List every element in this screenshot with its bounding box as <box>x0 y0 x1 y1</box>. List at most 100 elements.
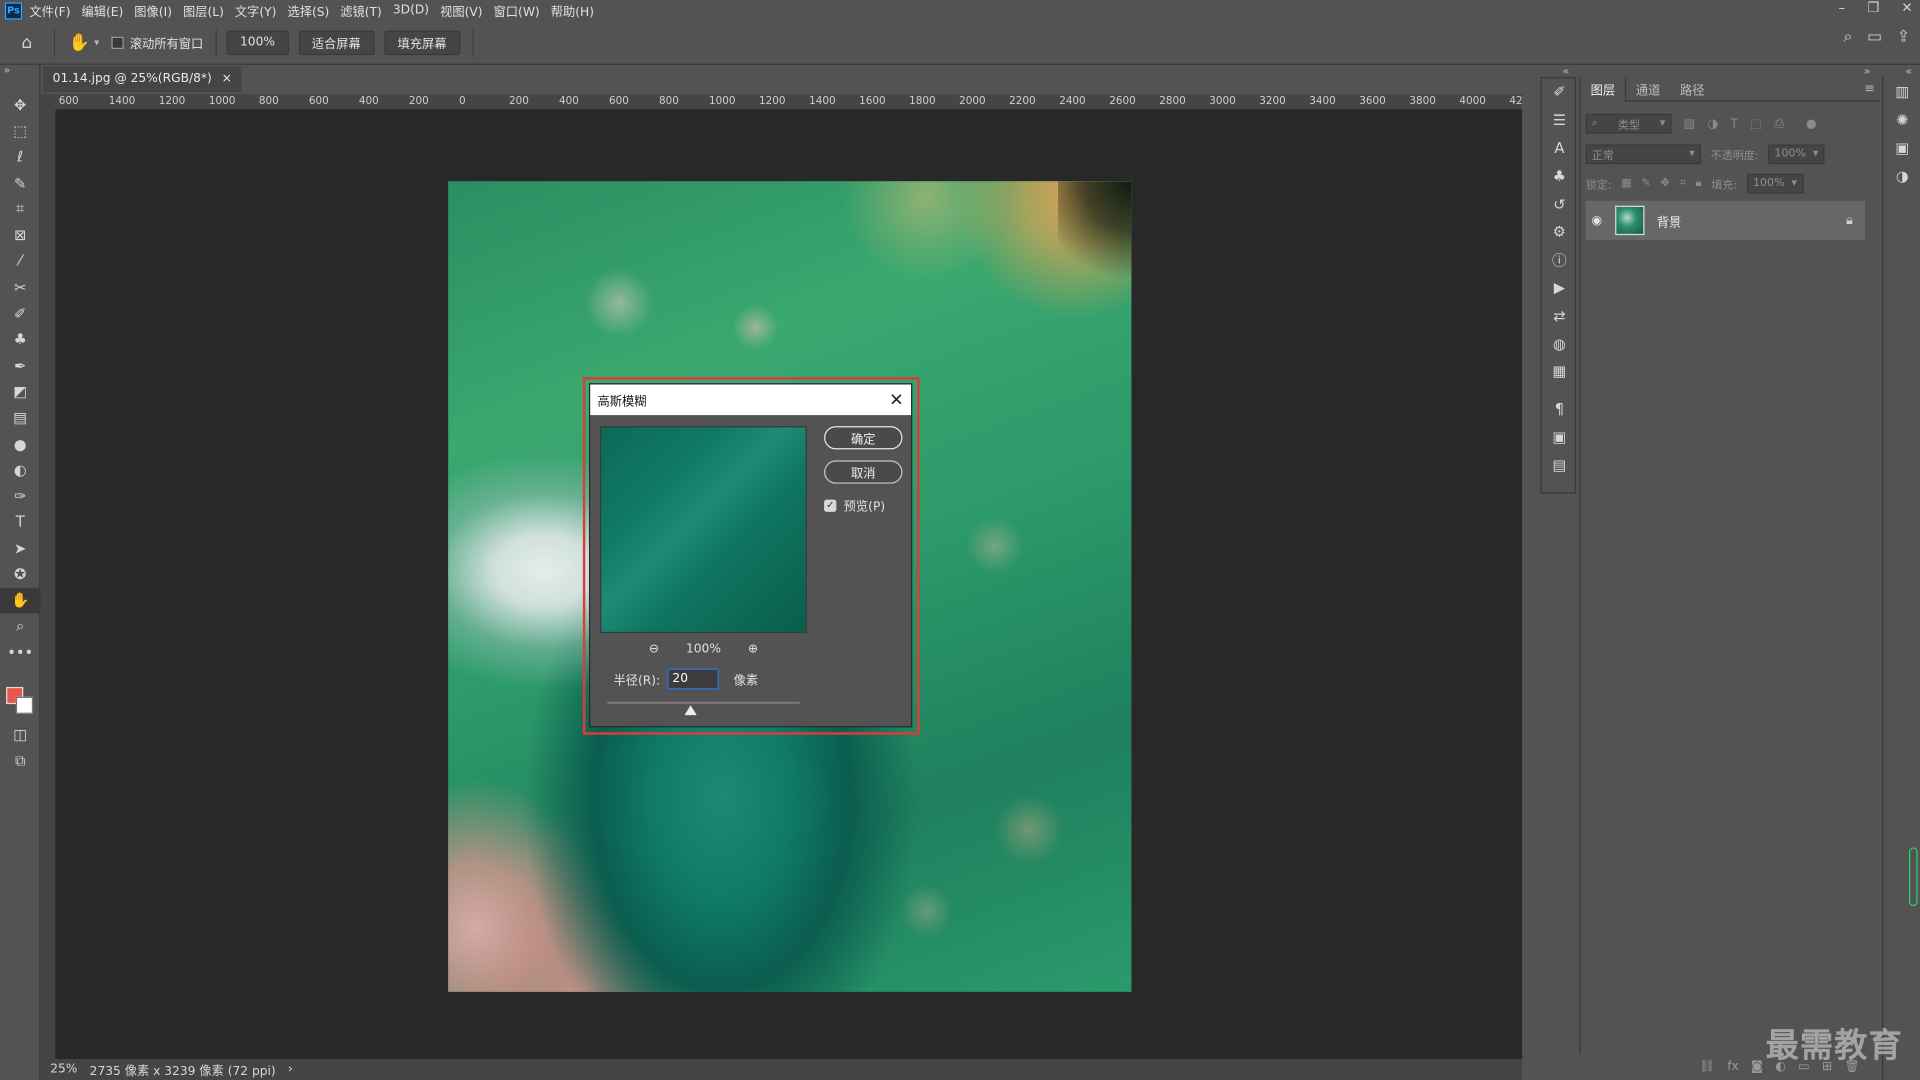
smart-object-filter-icon[interactable]: ⎙ <box>1774 117 1784 130</box>
menu-window[interactable]: 窗口(W) <box>494 1 540 19</box>
clone-stamp-tool-icon[interactable]: ♣ <box>0 327 40 353</box>
close-window-icon[interactable]: ✕ <box>1901 0 1912 16</box>
history-icon[interactable]: ↺ <box>1542 190 1578 218</box>
scroll-all-windows-checkbox[interactable]: 滚动所有窗口 <box>111 33 203 51</box>
background-color-swatch[interactable] <box>15 696 34 714</box>
cancel-button[interactable]: 取消 <box>824 460 903 484</box>
adjustment-filter-icon[interactable]: ◑ <box>1708 117 1719 130</box>
close-icon[interactable]: ✕ <box>889 391 903 408</box>
zoom-in-icon[interactable]: ⊕ <box>748 642 758 655</box>
fit-screen-button[interactable]: 适合屏幕 <box>298 30 375 55</box>
navigator-icon[interactable]: ✺ <box>1883 105 1920 133</box>
type-filter-icon[interactable]: T <box>1730 117 1737 130</box>
restore-icon[interactable]: ❐ <box>1867 0 1879 16</box>
adjustments-panel-icon[interactable]: ◑ <box>1883 162 1920 190</box>
menu-view[interactable]: 视图(V) <box>440 1 482 19</box>
radius-slider-thumb[interactable] <box>683 705 697 716</box>
radius-input[interactable]: 20 <box>667 668 719 690</box>
frame-tool-icon[interactable]: ⊠ <box>0 222 40 248</box>
hand-tool-icon[interactable]: ✋ <box>0 587 41 614</box>
tab-layers[interactable]: 图层 <box>1580 76 1627 102</box>
properties-icon[interactable]: ⚙ <box>1542 218 1578 246</box>
add-mask-icon[interactable]: ◙ <box>1751 1060 1763 1073</box>
crop-tool-icon[interactable]: ⌗ <box>0 196 40 222</box>
path-select-tool-icon[interactable]: ➤ <box>0 535 40 561</box>
move-tool-icon[interactable]: ✥ <box>0 92 40 118</box>
blend-mode-select[interactable]: 正常 ▾ <box>1585 144 1701 165</box>
clone-source-icon[interactable]: ♣ <box>1542 162 1578 190</box>
lock-artboard-icon[interactable]: ⌗ <box>1680 178 1686 190</box>
menu-select[interactable]: 选择(S) <box>287 1 329 19</box>
opacity-input[interactable]: 100% ▾ <box>1768 144 1825 165</box>
swatches-icon[interactable]: ▦ <box>1542 358 1578 386</box>
type-tool-icon[interactable]: T <box>0 509 40 535</box>
quick-mask-icon[interactable]: ◫ <box>0 721 40 747</box>
glyphs-icon[interactable]: ▣ <box>1542 423 1578 451</box>
visibility-eye-icon[interactable]: ◉ <box>1586 214 1608 227</box>
actions-icon[interactable]: ▶ <box>1542 274 1578 302</box>
status-zoom[interactable]: 25% <box>50 1063 77 1076</box>
menu-edit[interactable]: 编辑(E) <box>82 1 124 19</box>
pixel-filter-icon[interactable]: ▨ <box>1684 117 1696 130</box>
eyedropper-tool-icon[interactable]: ⁄ <box>0 248 40 274</box>
share-icon[interactable]: ⇪ <box>1897 28 1910 46</box>
screen-mode-icon[interactable]: ⧉ <box>0 748 40 774</box>
filter-toggle-icon[interactable]: ● <box>1806 117 1817 130</box>
tab-paths[interactable]: 路径 <box>1670 77 1714 101</box>
histogram-icon[interactable]: ▥ <box>1883 77 1920 105</box>
home-icon[interactable]: ⌂ <box>12 28 41 57</box>
notes-icon[interactable]: ▤ <box>1542 451 1578 479</box>
radius-slider-track[interactable] <box>607 701 800 705</box>
filter-type-select[interactable]: ⌕ 类型 ▾ <box>1585 113 1672 134</box>
tab-channels[interactable]: 通道 <box>1626 77 1670 101</box>
blur-tool-icon[interactable]: ● <box>0 431 40 457</box>
menu-file[interactable]: 文件(F) <box>29 1 70 19</box>
more-tools-icon[interactable]: ••• <box>0 639 40 665</box>
checkmark-icon[interactable]: ✓ <box>824 498 837 512</box>
collapse-panel-icon[interactable]: » <box>0 65 39 92</box>
fill-screen-button[interactable]: 填充屏幕 <box>384 30 460 55</box>
tool-preset-chevron-icon[interactable]: ▾ <box>94 37 99 48</box>
character-icon[interactable]: A <box>1542 134 1578 162</box>
menu-image[interactable]: 图像(I) <box>134 1 172 19</box>
menu-3d[interactable]: 3D(D) <box>393 4 429 17</box>
hand-tool-icon[interactable]: ✋ <box>65 28 94 57</box>
lock-transparent-icon[interactable]: ▦ <box>1621 178 1631 190</box>
ok-button[interactable]: 确定 <box>824 426 903 450</box>
lock-pixels-icon[interactable]: ✎ <box>1642 178 1651 190</box>
menu-type[interactable]: 文字(Y) <box>235 1 277 19</box>
menu-filter[interactable]: 滤镜(T) <box>340 1 382 19</box>
menu-layer[interactable]: 图层(L) <box>183 1 224 19</box>
panel-menu-icon[interactable]: ≡ <box>1864 82 1874 95</box>
zoom-out-icon[interactable]: ⊖ <box>649 642 659 655</box>
search-icon[interactable]: ⌕ <box>1844 28 1853 46</box>
healing-brush-tool-icon[interactable]: ✂ <box>0 274 40 300</box>
scroll-indicator[interactable] <box>1908 847 1918 907</box>
eraser-tool-icon[interactable]: ◩ <box>0 379 40 405</box>
quick-select-tool-icon[interactable]: ✎ <box>0 170 40 196</box>
layer-lock-icon[interactable]: 🔒︎ <box>1846 214 1853 227</box>
pen-tool-icon[interactable]: ✑ <box>0 483 40 509</box>
link-layers-icon[interactable]: ⛓ <box>1699 1060 1715 1073</box>
menu-help[interactable]: 帮助(H) <box>551 1 594 19</box>
shape-tool-icon[interactable]: ✪ <box>0 561 40 587</box>
blur-preview[interactable] <box>600 426 807 634</box>
channels-mixer-icon[interactable]: ⇄ <box>1542 302 1578 330</box>
document-tab[interactable]: 01.14.jpg @ 25%(RGB/8*) × <box>42 64 242 92</box>
layer-style-icon[interactable]: fx <box>1727 1060 1739 1073</box>
lasso-tool-icon[interactable]: ℓ <box>0 144 40 170</box>
minimize-icon[interactable]: – <box>1838 0 1845 16</box>
layer-row[interactable]: ◉ 背景 🔒︎ <box>1585 200 1865 241</box>
close-tab-icon[interactable]: × <box>222 72 232 85</box>
brush-settings-icon[interactable]: ✐ <box>1542 78 1578 106</box>
checkbox-box[interactable] <box>111 36 124 49</box>
fill-input[interactable]: 100% ▾ <box>1746 173 1804 194</box>
status-expand-icon[interactable]: › <box>288 1063 293 1076</box>
brush-tool-icon[interactable]: ✐ <box>0 300 40 326</box>
paragraph-icon[interactable]: ¶ <box>1542 395 1578 423</box>
dodge-tool-icon[interactable]: ◐ <box>0 457 40 483</box>
marquee-tool-icon[interactable]: ⬚ <box>0 118 40 144</box>
adjustments-icon[interactable]: ☰ <box>1542 106 1578 134</box>
zoom-100-button[interactable]: 100% <box>226 30 289 55</box>
workspace-icon[interactable]: ▭ <box>1867 28 1882 46</box>
